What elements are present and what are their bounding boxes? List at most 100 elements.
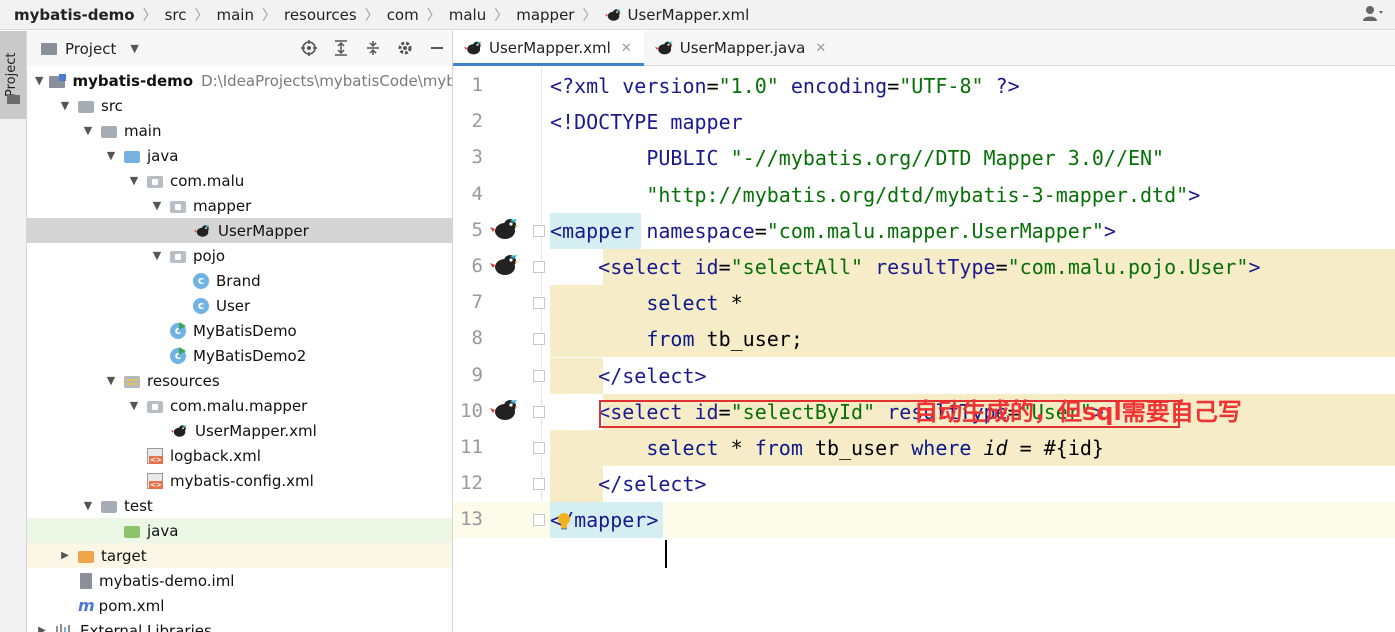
tree-item[interactable]: ▼cUser <box>27 293 452 318</box>
gear-icon[interactable] <box>396 39 414 57</box>
tree-item[interactable]: ▼ java <box>27 143 452 168</box>
code-area[interactable]: 1 2 3 4 5 6 7 8 9 10 11 12 13 <?xml version="1.0" enc… <box>453 66 1395 632</box>
breadcrumb-item[interactable]: mapper <box>516 6 574 24</box>
tree-item[interactable]: ▼ com.malu.mapper <box>27 393 452 418</box>
breadcrumb-item[interactable]: com <box>387 6 419 24</box>
fold-marker-icon[interactable] <box>533 297 545 310</box>
tree-item[interactable]: ▼mybatis-config.xml <box>27 468 452 493</box>
tree-item[interactable]: ▶ target <box>27 543 452 568</box>
fold-marker-icon[interactable] <box>533 224 545 237</box>
chevron-down-icon[interactable]: ▼ <box>127 174 141 187</box>
line-number: 6 <box>471 255 483 277</box>
code-line: </select> <box>550 358 706 394</box>
mybatis-bird-icon <box>654 39 674 57</box>
xml-file-icon <box>147 447 163 464</box>
chevron-down-icon[interactable]: ▼ <box>150 199 164 212</box>
tree-item[interactable]: ▼ com.malu <box>27 168 452 193</box>
tree-item[interactable]: ▼ src <box>27 93 452 118</box>
fold-marker-icon[interactable] <box>533 442 545 454</box>
tree-item[interactable]: ▼java <box>27 518 452 543</box>
mybatis-bird-icon <box>193 223 211 239</box>
minimize-icon[interactable] <box>428 39 446 57</box>
chevron-down-icon[interactable]: ▼ <box>127 399 141 412</box>
project-path: D:\IdeaProjects\mybatisCode\myb <box>201 71 453 90</box>
chevron-down-icon[interactable]: ▼ <box>35 74 43 87</box>
code-token: encoding <box>790 74 888 98</box>
fold-marker-icon[interactable] <box>533 514 545 527</box>
project-folder-icon <box>41 42 57 55</box>
collapse-all-icon[interactable] <box>364 39 382 57</box>
mybatis-bird-icon <box>463 39 483 57</box>
tab-usermapper-xml[interactable]: UserMapper.xml ✕ <box>453 31 644 66</box>
locate-file-icon[interactable] <box>300 39 318 57</box>
tab-usermapper-java[interactable]: UserMapper.java ✕ <box>644 31 839 65</box>
tree-item[interactable]: ▼ mapper <box>27 193 452 218</box>
tree-item[interactable]: ▼cBrand <box>27 268 452 293</box>
breadcrumb-item[interactable]: mybatis-demo <box>14 6 135 24</box>
fold-marker-icon[interactable] <box>533 478 545 491</box>
close-icon[interactable]: ✕ <box>621 41 632 56</box>
tree-item-label: UserMapper <box>218 221 309 240</box>
tree-item-label: pom.xml <box>98 596 165 615</box>
project-tool-tab[interactable]: Project <box>0 31 26 119</box>
tab-label: UserMapper.xml <box>489 39 611 57</box>
fold-marker-icon[interactable] <box>533 333 545 346</box>
chevron-right-icon[interactable]: ▶ <box>58 550 72 561</box>
package-icon <box>170 200 186 213</box>
chevron-down-icon[interactable]: ▼ <box>104 374 118 387</box>
editor: UserMapper.xml ✕ UserMapper.java ✕ 12345678… <box>453 31 1395 632</box>
fold-marker-icon[interactable] <box>533 369 545 382</box>
tree-item[interactable]: ▼ resources <box>27 368 452 393</box>
tree-item[interactable]: ▼ mybatis-demo D:\IdeaProjects\mybatisCode… <box>27 68 452 93</box>
tree-item[interactable]: ▼cMyBatisDemo <box>27 318 452 343</box>
tree-item[interactable]: ▼mybatis-demo.iml <box>27 568 452 593</box>
user-account-icon[interactable] <box>1363 5 1385 21</box>
chevron-down-icon[interactable]: ▼ <box>81 124 95 137</box>
chevron-down-icon[interactable]: ▼ <box>81 499 95 512</box>
chevron-down-icon[interactable]: ▼ <box>58 99 72 112</box>
tree-item-label: java <box>147 146 179 165</box>
code-line: <mapper namespace="com.malu.mapper.UserM… <box>550 213 1116 249</box>
line-number: 2 <box>471 110 483 133</box>
tree-item[interactable]: ▼cMyBatisDemo2 <box>27 343 452 368</box>
tree-item-label: MyBatisDemo <box>193 321 297 340</box>
fold-marker-icon[interactable] <box>533 405 545 418</box>
tree-item[interactable]: ▼mpom.xml <box>27 593 452 618</box>
chevron-down-icon[interactable]: ▼ <box>104 149 118 162</box>
mybatis-bird-icon[interactable] <box>490 396 518 424</box>
tree-item[interactable]: ▼ pojo <box>27 243 452 268</box>
tree-item[interactable]: ▶ External Libraries <box>27 618 452 632</box>
tree-item[interactable]: ▼logback.xml <box>27 443 452 468</box>
project-view-selector[interactable]: Project ▼ <box>41 40 139 58</box>
fold-marker-icon[interactable] <box>533 261 545 273</box>
breadcrumb-item[interactable]: UserMapper.xml <box>604 6 749 24</box>
tree-item[interactable]: ▼UserMapper.xml <box>27 418 452 443</box>
lightbulb-icon[interactable] <box>557 512 571 530</box>
expand-all-icon[interactable] <box>332 39 350 57</box>
tree-item-label: java <box>147 521 179 540</box>
chevron-right-icon[interactable]: ▶ <box>35 625 49 632</box>
breadcrumb-item[interactable]: main <box>217 6 254 24</box>
breadcrumb-label: resources <box>283 5 357 24</box>
tree-item-label: com.malu <box>170 171 245 190</box>
chevron-down-icon[interactable]: ▼ <box>150 249 164 262</box>
mybatis-bird-icon[interactable] <box>490 251 518 279</box>
breadcrumb-item[interactable]: src <box>165 6 187 24</box>
code-token: <? <box>550 74 575 98</box>
close-icon[interactable]: ✕ <box>815 41 826 56</box>
line-number: 10 <box>460 399 483 422</box>
breadcrumb-item[interactable]: resources <box>284 6 357 24</box>
tree-item[interactable]: ▼ main <box>27 118 452 143</box>
tab-label: UserMapper.java <box>679 39 806 57</box>
code-token: = <box>754 218 767 243</box>
runnable-class-icon: c <box>170 346 186 364</box>
tree-item[interactable]: ▼UserMapper <box>27 218 452 243</box>
breadcrumb-item[interactable]: malu <box>449 6 486 24</box>
tree-item-label: mybatis-config.xml <box>170 471 314 490</box>
tree-item[interactable]: ▼ test <box>27 493 452 518</box>
mybatis-bird-icon[interactable] <box>490 215 518 243</box>
folder-icon <box>78 100 94 113</box>
code-token: select <box>550 436 731 460</box>
